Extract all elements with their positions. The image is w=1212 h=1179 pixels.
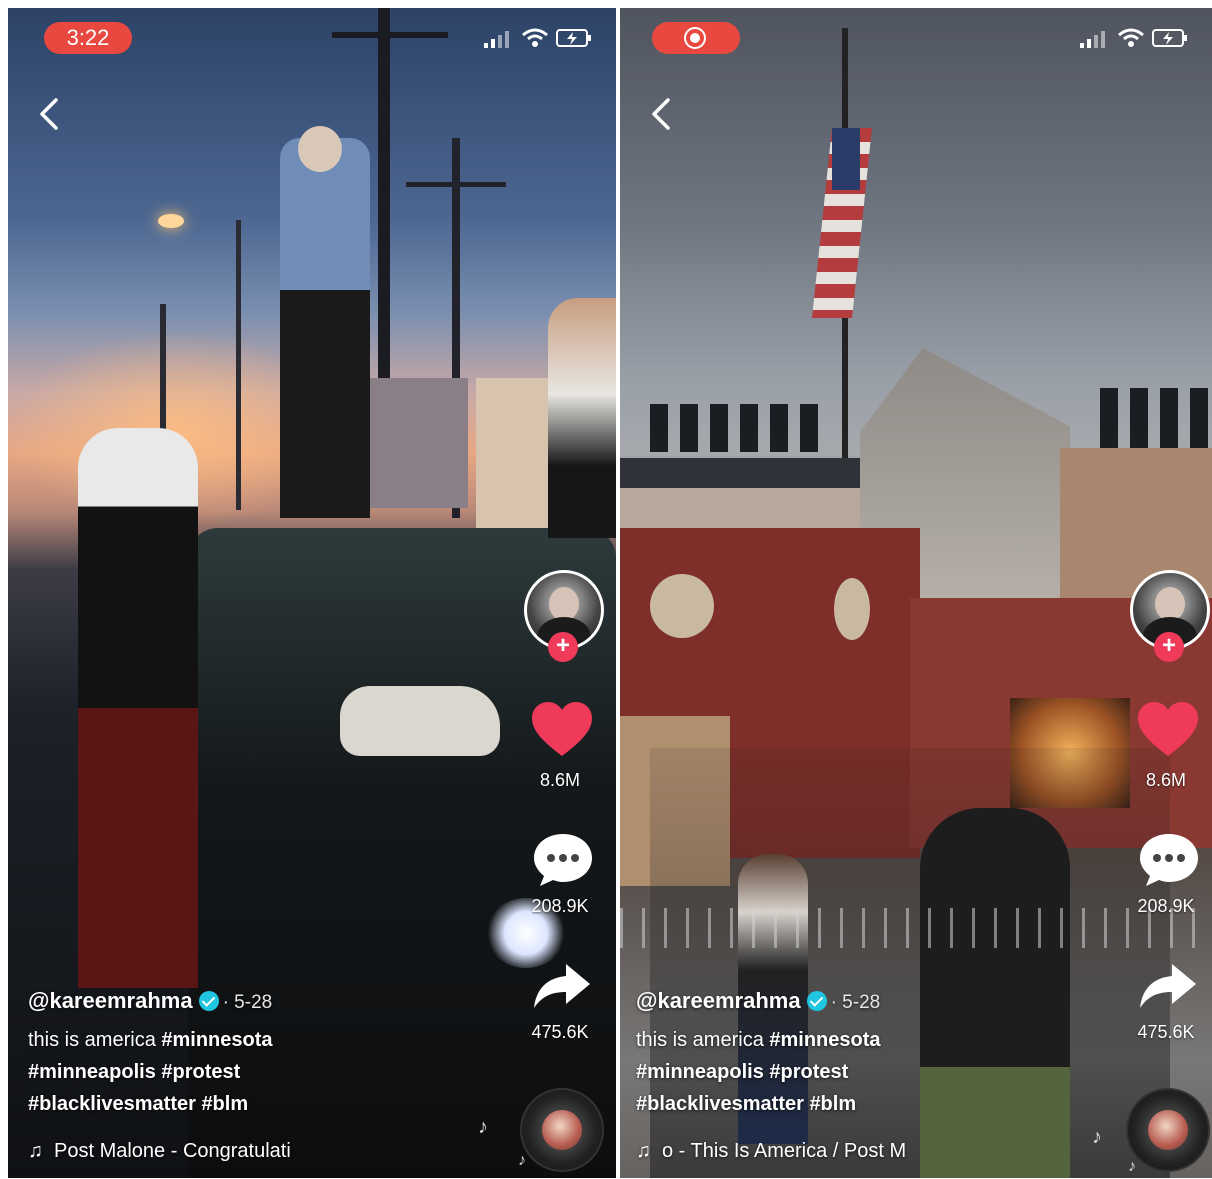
disc-artwork [542, 1110, 582, 1150]
comment-bubble-icon [534, 834, 592, 886]
like-button[interactable] [530, 700, 594, 760]
signal-icon [1080, 28, 1110, 48]
share-arrow-icon [534, 964, 590, 1008]
post-date: · 5-28 [830, 992, 881, 1013]
video-caption: @kareemrahma · 5-28 this is america #minn… [28, 986, 506, 1120]
back-arrow-icon[interactable] [36, 96, 62, 132]
music-note-icon: ♫ [636, 1140, 651, 1162]
emblem-seal [834, 578, 870, 640]
photographer-silhouette [280, 138, 370, 518]
video-panel-left[interactable]: 3:22 + 8.6M 208.9K 475.6K @kareemrahma ·… [8, 8, 616, 1178]
caption-text: this is america [636, 1029, 770, 1051]
rooftop-officers [1100, 388, 1212, 448]
post-date: · 5-28 [222, 992, 273, 1013]
comment-bubble-icon [1140, 834, 1198, 886]
status-bar: 3:22 [8, 22, 616, 56]
heart-icon [1138, 702, 1198, 756]
like-count: 8.6M [539, 770, 581, 790]
battery-charging-icon [1152, 28, 1188, 48]
caption-hashtags-line-3[interactable]: #blacklivesmatter #blm [636, 1088, 1102, 1120]
system-icons [1080, 28, 1190, 48]
music-track-row[interactable]: ♫ o - This Is America / Post M [636, 1140, 956, 1166]
verified-badge-icon [806, 991, 827, 1011]
comment-count: 208.9K [1137, 896, 1195, 916]
caption-line-1: this is america #minnesota [28, 1024, 506, 1056]
record-dot [690, 33, 700, 43]
username-link[interactable]: @kareemrahma [636, 988, 801, 1013]
street-lamp [236, 220, 241, 510]
caption-hashtags-line-2[interactable]: #minneapolis #protest [636, 1056, 1102, 1088]
comment-button[interactable] [1138, 832, 1200, 888]
music-note-icon: ♫ [28, 1140, 43, 1162]
sign [368, 378, 468, 508]
like-count: 8.6M [1145, 770, 1187, 790]
share-count: 475.6K [1137, 1022, 1195, 1042]
floating-note-icon: ♪ [478, 1116, 488, 1138]
photographer-head [298, 126, 342, 172]
building-roofline [620, 458, 860, 488]
battery-charging-icon [556, 28, 592, 48]
username-row: @kareemrahma · 5-28 [28, 986, 506, 1016]
video-panel-right[interactable]: + 8.6M 208.9K 475.6K @kareemrahma · 5-28 … [620, 8, 1212, 1178]
comment-button[interactable] [532, 832, 594, 888]
heart-icon [532, 702, 592, 756]
username-link[interactable]: @kareemrahma [28, 988, 193, 1013]
music-disc-icon[interactable] [1126, 1088, 1210, 1172]
person-white-mask [78, 428, 198, 988]
flag-canton [832, 128, 860, 190]
bag-on-hood [340, 686, 500, 756]
back-arrow-icon[interactable] [648, 96, 674, 132]
caption-line-1: this is america #minnesota [636, 1024, 1102, 1056]
caption-text: this is america [28, 1029, 162, 1051]
like-button[interactable] [1136, 700, 1200, 760]
signal-icon [484, 28, 514, 48]
floating-note-icon: ♪ [1128, 1158, 1136, 1175]
music-track-title: Post Malone - Congratulati [54, 1140, 291, 1162]
person-right-edge [548, 298, 616, 538]
rooftop-officers [650, 404, 820, 452]
video-caption: @kareemrahma · 5-28 this is america #minn… [636, 986, 1102, 1120]
street-lamp-light [158, 214, 184, 228]
hashtag-link[interactable]: #minnesota [769, 1029, 880, 1051]
wifi-icon [522, 28, 548, 48]
share-arrow-icon [1140, 964, 1196, 1008]
floating-note-icon: ♪ [518, 1152, 526, 1169]
hashtag-link[interactable]: #minnesota [161, 1029, 272, 1051]
floating-note-icon: ♪ [1092, 1126, 1102, 1148]
music-track-title: o - This Is America / Post M [662, 1140, 907, 1162]
disc-artwork [1148, 1110, 1188, 1150]
share-button[interactable] [532, 962, 592, 1012]
share-count: 475.6K [531, 1022, 589, 1042]
verified-badge-icon [198, 991, 219, 1011]
caption-hashtags-line-2[interactable]: #minneapolis #protest [28, 1056, 506, 1088]
caption-hashtags-line-3[interactable]: #blacklivesmatter #blm [28, 1088, 506, 1120]
screen-record-pill [652, 22, 740, 54]
system-icons [484, 28, 594, 48]
username-row: @kareemrahma · 5-28 [636, 986, 1102, 1016]
status-time: 3:22 [44, 22, 132, 54]
share-button[interactable] [1138, 962, 1198, 1012]
utility-crossbar [406, 182, 506, 187]
comment-count: 208.9K [531, 896, 589, 916]
status-bar [620, 22, 1212, 56]
wifi-icon [1118, 28, 1144, 48]
follow-plus-button[interactable]: + [1154, 632, 1184, 662]
emblem-seal [650, 574, 714, 638]
music-disc-icon[interactable] [520, 1088, 604, 1172]
music-track-row[interactable]: ♫ Post Malone - Congratulati [28, 1140, 348, 1166]
follow-plus-button[interactable]: + [548, 632, 578, 662]
